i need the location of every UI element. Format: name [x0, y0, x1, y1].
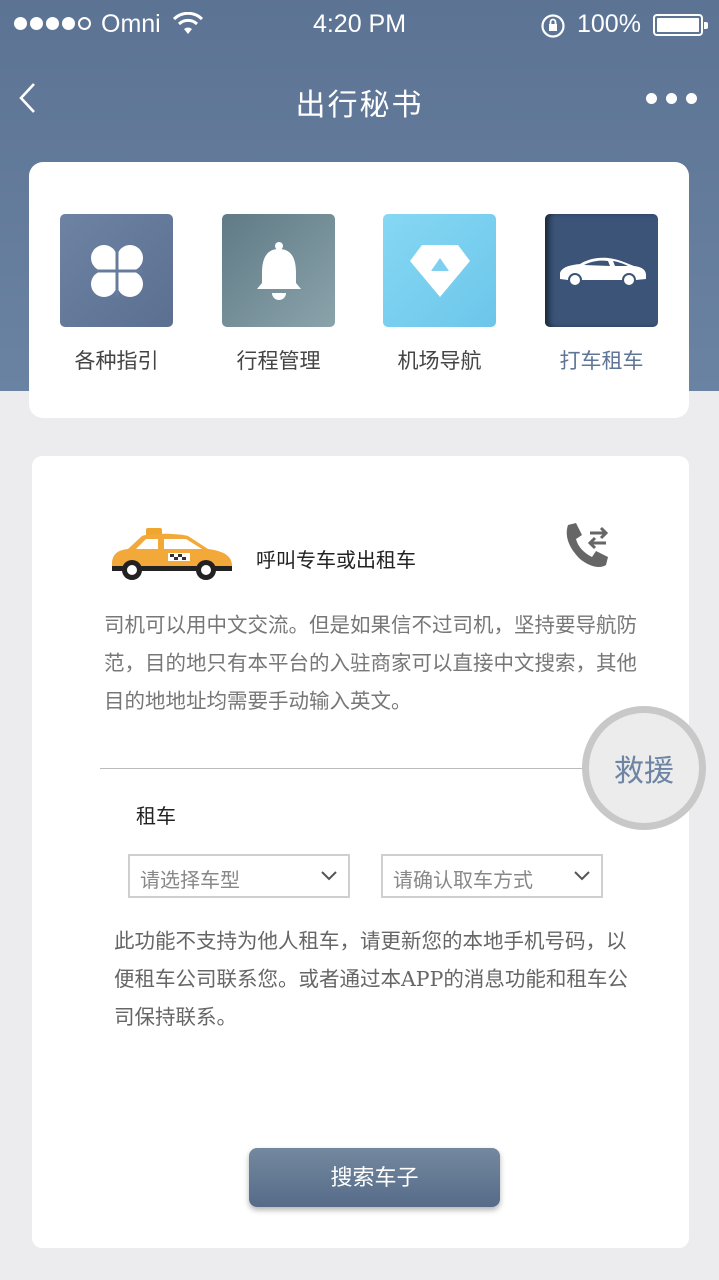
pickup-method-select-text: 请确认取车方式: [393, 868, 533, 892]
feature-tile: [60, 214, 173, 327]
more-dot-icon: [646, 92, 657, 104]
call-button[interactable]: [560, 519, 614, 578]
car-icon: [559, 257, 646, 285]
rental-note: 此功能不支持为他人租车，请更新您的本地手机号码，以便租车公司联系您。或者通过本A…: [114, 929, 628, 1029]
taxi-rental-card: 呼叫专车或出租车 司机可以用中文交流。但是如果信不过司机，坚持要导航防范，目的地…: [32, 456, 706, 1248]
rescue-button[interactable]: 救援: [582, 706, 706, 830]
chevron-down-icon: [574, 871, 590, 881]
taxi-description: 司机可以用中文交流。但是如果信不过司机，坚持要导航防范，目的地只有本平台的入驻商…: [104, 613, 637, 713]
rental-section-label: 租车: [136, 804, 176, 828]
battery-percentage: 100%: [577, 10, 641, 38]
car-type-select[interactable]: 请选择车型: [128, 854, 350, 898]
page-title: 出行秘书: [295, 88, 424, 123]
status-bar: Omni 4:20 PM 100%: [0, 0, 719, 50]
feature-tile: [545, 214, 658, 327]
feature-tile: [222, 214, 335, 327]
more-options-button[interactable]: [646, 88, 700, 108]
rotation-lock-icon: [541, 14, 565, 38]
taxi-icon: [112, 528, 232, 580]
more-dot-icon: [686, 92, 697, 104]
pickup-method-select[interactable]: 请确认取车方式: [381, 854, 603, 898]
bell-icon: [256, 241, 301, 300]
diamond-icon: [409, 244, 470, 297]
more-dot-icon: [666, 92, 677, 104]
feature-label: 行程管理: [236, 349, 321, 373]
battery-icon: [653, 14, 708, 36]
divider: [100, 768, 610, 769]
chevron-down-icon: [321, 871, 337, 881]
feature-label: 各种指引: [74, 349, 159, 373]
car-type-select-text: 请选择车型: [140, 868, 240, 892]
feature-guides[interactable]: 各种指引: [60, 214, 173, 375]
feature-airport-navigation[interactable]: 机场导航: [383, 214, 496, 375]
feature-label: 机场导航: [397, 349, 482, 373]
feature-label: 打车租车: [559, 349, 644, 373]
feature-taxi-rental[interactable]: 打车租车: [545, 214, 658, 375]
call-car-title: 呼叫专车或出租车: [256, 548, 416, 572]
search-cars-button[interactable]: 搜索车子: [249, 1148, 500, 1207]
phone-transfer-icon: [566, 523, 609, 567]
feature-card: 各种指引 行程管理 机场导航 打车租车: [29, 162, 689, 418]
feature-tile: [383, 214, 496, 327]
clover-icon: [90, 244, 143, 297]
feature-itinerary[interactable]: 行程管理: [222, 214, 335, 375]
